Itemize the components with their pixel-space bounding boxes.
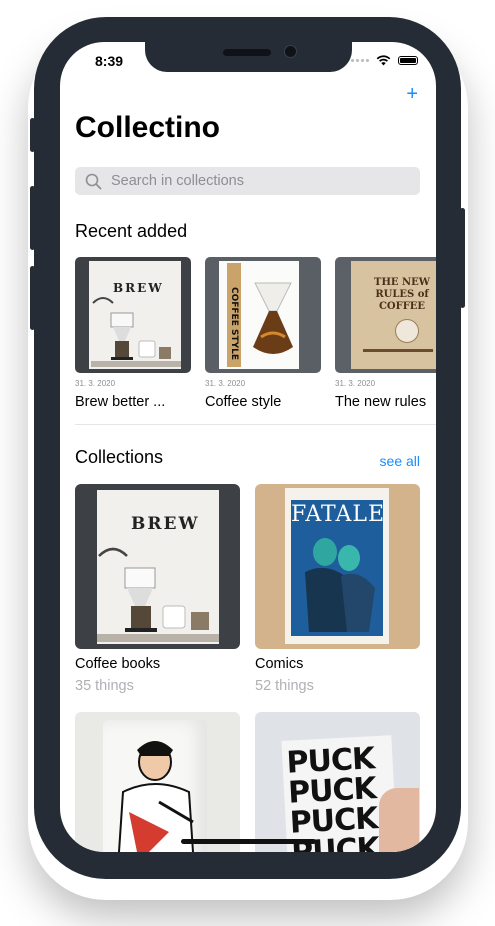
add-button[interactable]: + [406, 84, 418, 104]
see-all-link[interactable]: see all [380, 453, 420, 469]
volume-up-button [30, 186, 35, 250]
recent-title: The new rules [335, 394, 427, 410]
pourover-illustration [253, 282, 293, 354]
coffee-brewer-illustration [91, 297, 181, 367]
collections-grid: BREW Coffee books 35 things FATALE Comic… [75, 484, 420, 852]
status-icons [351, 55, 418, 66]
recent-item[interactable]: THE NEW RULES of COFFEE 31. 3. 2020 The … [335, 257, 436, 410]
collection-count: 35 things [75, 678, 134, 694]
recent-cover-coffee-style: COFFEE STYLE [205, 257, 321, 373]
recent-date: 31. 3. 2020 [75, 379, 116, 388]
collection-card[interactable]: FATALE Comics 52 things [255, 484, 420, 712]
side-button [460, 208, 465, 308]
hand [379, 788, 419, 852]
search-bar[interactable] [75, 167, 420, 195]
page-title: Collectino [75, 111, 221, 144]
app-screen: 8:39 + Collectino Recent added BREW [60, 42, 436, 852]
volume-down-button [30, 266, 35, 330]
recent-title: Coffee style [205, 394, 282, 410]
recent-cover-new-rules: THE NEW RULES of COFFEE [335, 257, 436, 373]
section-divider [75, 424, 436, 425]
front-camera [284, 45, 297, 58]
collection-card[interactable]: BREW Coffee books 35 things [75, 484, 240, 712]
recent-list: BREW 31. 3. 2020 Brew better ... 31. 3. … [75, 257, 436, 410]
recent-date: 31. 3. 2020 [335, 379, 376, 388]
collection-cover-coffee-books: BREW [75, 484, 240, 649]
collection-count: 52 things [255, 678, 314, 694]
collection-name: Coffee books [75, 656, 161, 672]
comic-figures-illustration [305, 538, 375, 632]
collections-heading: Collections [75, 447, 164, 467]
recent-cover-brew: BREW [75, 257, 191, 373]
recent-date: 31. 3. 2020 [205, 379, 246, 388]
collection-cover-puck: PUCK PUCK PUCK PUCK [255, 712, 420, 852]
search-icon [85, 173, 102, 189]
collection-card[interactable] [75, 712, 240, 852]
mute-switch [30, 118, 35, 152]
collection-name: Comics [255, 656, 304, 672]
search-input[interactable] [109, 172, 403, 190]
battery-icon [398, 56, 418, 65]
home-indicator[interactable] [181, 839, 316, 844]
recent-title: Brew better ... [75, 394, 166, 410]
recent-item[interactable]: BREW 31. 3. 2020 Brew better ... [75, 257, 191, 410]
recent-heading: Recent added [75, 221, 188, 241]
collection-card[interactable]: PUCK PUCK PUCK PUCK [255, 712, 420, 852]
signal-icon [351, 59, 369, 62]
collection-cover-mug [75, 712, 240, 852]
speaker [223, 49, 271, 56]
coffee-brewer-illustration [97, 547, 219, 642]
status-time: 8:39 [95, 53, 124, 69]
notch [145, 42, 352, 72]
collection-cover-comics: FATALE [255, 484, 420, 649]
recent-item[interactable]: COFFEE STYLE 31. 3. 2020 Coffee style [205, 257, 321, 410]
samurai-illustration [117, 741, 195, 852]
wifi-icon [376, 55, 391, 66]
